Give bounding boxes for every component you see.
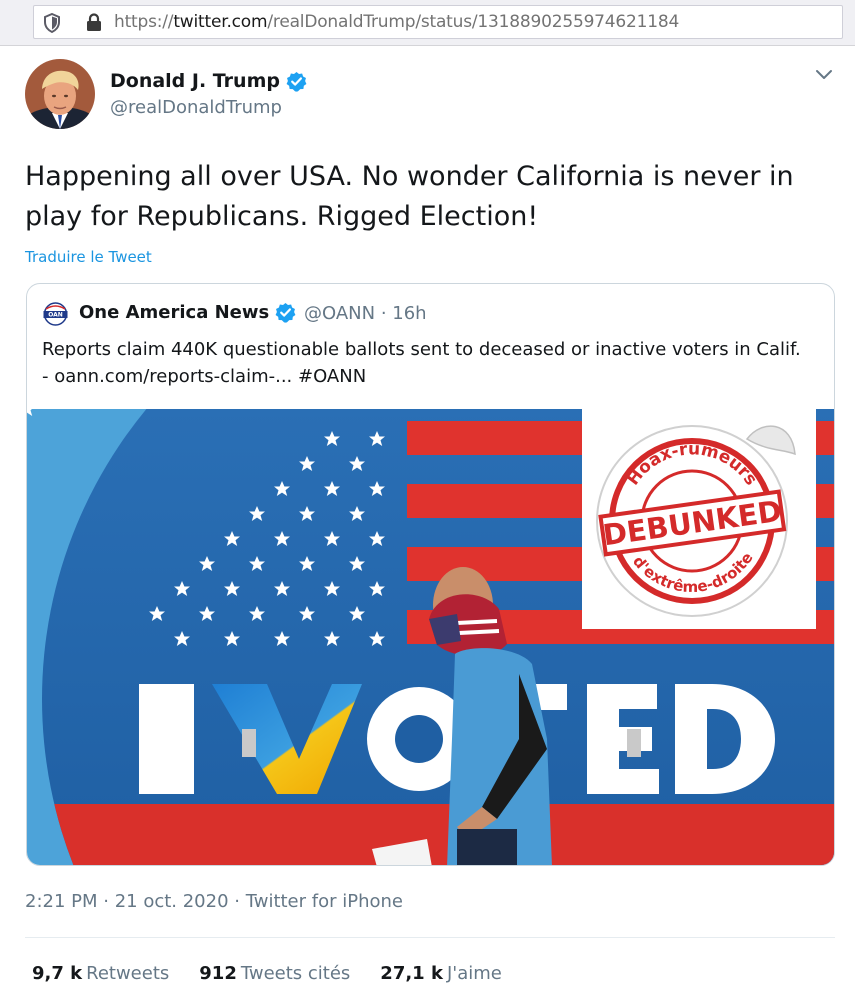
author-name-text[interactable]: Donald J. Trump bbox=[110, 70, 280, 92]
verified-badge-icon bbox=[286, 71, 307, 92]
oann-logo-text: OAN bbox=[48, 312, 63, 319]
stat-quote-tweets-label: Tweets cités bbox=[240, 963, 351, 984]
quoted-tweet-image[interactable]: Hoax-rumeurs d'extrême-droite DEBUNKED bbox=[27, 409, 835, 866]
stat-retweets-count: 9,7 k bbox=[32, 963, 83, 984]
translate-tweet-link[interactable]: Traduire le Tweet bbox=[25, 248, 152, 266]
stat-likes-label: J'aime bbox=[446, 963, 502, 984]
tracking-shield-icon[interactable] bbox=[43, 13, 61, 33]
avatar-image bbox=[25, 59, 95, 129]
oann-logo-icon: OAN bbox=[43, 302, 68, 326]
stat-likes[interactable]: 27,1 k J'aime bbox=[380, 963, 502, 984]
tweet-text: Happening all over USA. No wonder Califo… bbox=[25, 161, 794, 232]
lock-icon[interactable] bbox=[86, 13, 102, 32]
quoted-tweet-text: Reports claim 440K questionable ballots … bbox=[42, 339, 801, 387]
quoted-tweet[interactable]: OAN One America News @OANN · 16h Reports… bbox=[26, 283, 835, 866]
quoted-handle-time[interactable]: @OANN · 16h bbox=[304, 303, 427, 324]
browser-toolbar: https://twitter.com/realDonaldTrump/stat… bbox=[0, 0, 855, 46]
author-name[interactable]: Donald J. Trump bbox=[110, 70, 307, 92]
stat-quote-tweets[interactable]: 912 Tweets cités bbox=[199, 963, 350, 984]
stat-quote-tweets-count: 912 bbox=[199, 963, 237, 984]
quoted-author-name[interactable]: One America News bbox=[79, 302, 296, 323]
verified-badge-icon bbox=[275, 302, 296, 323]
author-handle[interactable]: @realDonaldTrump bbox=[110, 97, 282, 118]
tweet-timestamp[interactable]: 2:21 PM · 21 oct. 2020 · Twitter for iPh… bbox=[25, 891, 403, 912]
tweet-stats: 9,7 k Retweets 912 Tweets cités 27,1 k J'ai… bbox=[32, 963, 502, 984]
address-bar[interactable]: https://twitter.com/realDonaldTrump/stat… bbox=[33, 5, 843, 39]
quoted-author-name-text[interactable]: One America News bbox=[79, 302, 269, 323]
stat-retweets-label: Retweets bbox=[86, 963, 170, 984]
divider bbox=[25, 937, 835, 938]
author-avatar[interactable] bbox=[25, 59, 95, 129]
chevron-down-icon[interactable] bbox=[815, 68, 833, 82]
url-text[interactable]: https://twitter.com/realDonaldTrump/stat… bbox=[114, 12, 679, 32]
stat-likes-count: 27,1 k bbox=[380, 963, 443, 984]
stat-retweets[interactable]: 9,7 k Retweets bbox=[32, 963, 169, 984]
